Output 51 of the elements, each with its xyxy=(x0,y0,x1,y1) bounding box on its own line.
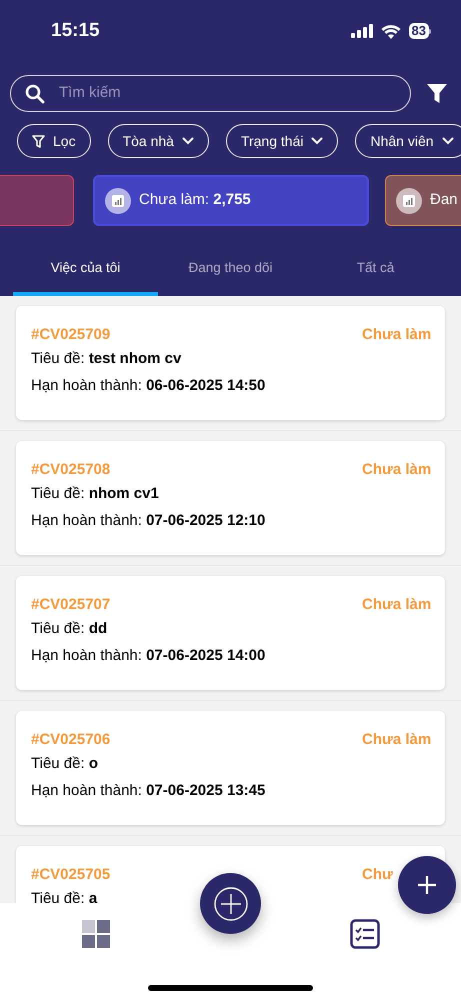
chevron-down-icon xyxy=(311,137,324,145)
status-summary-card[interactable]: Chưa làm: 2,755 xyxy=(93,175,369,226)
task-title: Tiêu đề: dd xyxy=(31,620,108,638)
signal-icon xyxy=(350,24,373,38)
status-count: Đan xyxy=(430,190,458,210)
status-count: Chưa làm: 2,755 xyxy=(139,190,251,210)
filter-icon[interactable] xyxy=(427,84,447,103)
filter-chip[interactable]: Lọc xyxy=(17,124,91,158)
task-status: Chư xyxy=(362,866,394,884)
chevron-down-icon xyxy=(442,137,454,145)
task-due-date: Hạn hoàn thành: 07-06-2025 14:00 xyxy=(31,647,266,665)
plus-icon xyxy=(417,875,437,895)
filter-icon xyxy=(32,134,45,148)
task-code: #CV025707 xyxy=(31,596,110,614)
task-card[interactable]: #CV025709 Chưa làm Tiêu đề: test nhom cv Hạn hoàn thành: 06-06-2025 14:50 xyxy=(16,306,445,420)
task-code: #CV025708 xyxy=(31,461,110,479)
clock-time: 15:15 xyxy=(51,18,100,43)
task-title: Tiêu đề: o xyxy=(31,755,99,773)
task-card[interactable]: #CV025708 Chưa làm Tiêu đề: nhom cv1 Hạn hoàn thành: 07-06-2025 12:10 xyxy=(16,441,445,555)
task-card[interactable]: #CV025706 Chưa làm Tiêu đề: o Hạn hoàn thành: 07-06-2025 13:45 xyxy=(16,711,445,825)
search-icon xyxy=(25,84,45,104)
task-status: Chưa làm xyxy=(362,731,430,749)
chart-icon xyxy=(105,188,131,214)
dropdown-chip[interactable]: Nhân viên xyxy=(355,124,461,158)
task-status: Chưa làm xyxy=(362,461,430,479)
plus-circle-icon xyxy=(214,886,248,920)
task-title: Tiêu đề: a xyxy=(31,890,98,904)
task-status: Chưa làm xyxy=(362,326,430,344)
dashboard-grid-icon[interactable] xyxy=(82,919,112,949)
search-field[interactable]: Tìm kiếm xyxy=(10,75,411,112)
dropdown-chip[interactable]: Trạng thái xyxy=(226,124,338,158)
status-summary-card[interactable]: Đan xyxy=(385,175,461,226)
task-code: #CV025706 xyxy=(31,731,110,749)
task-due-date: Hạn hoàn thành: 07-06-2025 12:10 xyxy=(31,512,266,530)
chart-icon xyxy=(396,188,422,214)
checklist-icon[interactable] xyxy=(350,919,380,949)
task-status: Chưa làm xyxy=(362,596,430,614)
task-code: #CV025709 xyxy=(31,326,110,344)
task-code: #CV025705 xyxy=(31,866,110,884)
tab[interactable]: Tất cả xyxy=(303,245,448,296)
search-input[interactable]: Tìm kiếm xyxy=(59,82,359,105)
task-due-date: Hạn hoàn thành: 07-06-2025 13:45 xyxy=(31,782,266,800)
battery-level: 83 xyxy=(408,23,429,39)
dropdown-chip[interactable]: Tòa nhà xyxy=(108,124,209,158)
task-title: Tiêu đề: nhom cv1 xyxy=(31,485,160,503)
task-title: Tiêu đề: test nhom cv xyxy=(31,350,182,368)
wifi-icon xyxy=(380,24,401,38)
tab[interactable]: Đang theo dõi xyxy=(158,245,303,296)
task-due-date: Hạn hoàn thành: 06-06-2025 14:50 xyxy=(31,377,266,395)
task-card[interactable]: #CV025707 Chưa làm Tiêu đề: dd Hạn hoàn thành: 07-06-2025 14:00 xyxy=(16,576,445,690)
chevron-down-icon xyxy=(182,137,194,145)
